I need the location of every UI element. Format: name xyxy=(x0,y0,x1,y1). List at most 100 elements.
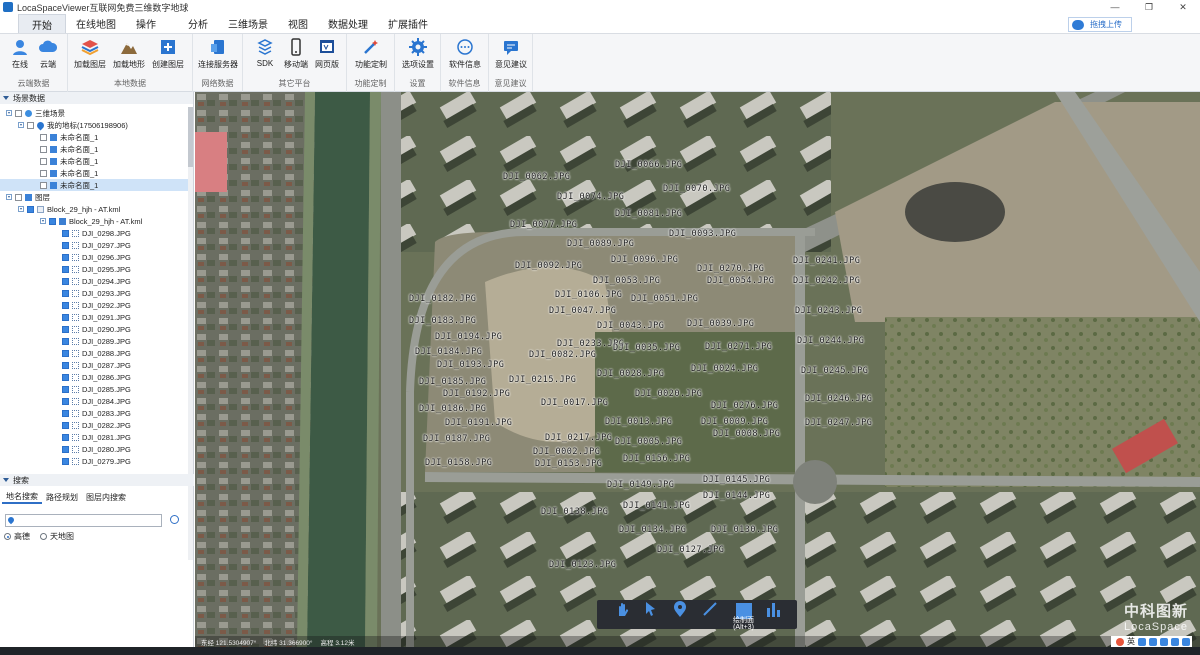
photo-label[interactable]: DJI_0141.JPG xyxy=(623,501,690,511)
visibility-checkbox[interactable] xyxy=(49,217,56,225)
photo-label[interactable]: DJI_0089.JPG xyxy=(567,239,634,249)
tree-item[interactable]: DJI_0280.JPG xyxy=(0,443,190,455)
visibility-checkbox[interactable] xyxy=(40,145,47,153)
tab-view[interactable]: 视图 xyxy=(278,14,318,33)
photo-label[interactable]: DJI_0051.JPG xyxy=(631,294,698,304)
tree-item[interactable]: Block_29_hjh - AT.kml xyxy=(0,215,190,227)
web-version-button[interactable]: 网页版 xyxy=(309,36,345,72)
visibility-checkbox[interactable] xyxy=(15,109,22,117)
ime-language[interactable]: 英 xyxy=(1127,636,1135,647)
scene-panel-header[interactable]: 场景数据 xyxy=(0,92,193,104)
tab-plugins[interactable]: 扩展插件 xyxy=(378,14,438,33)
tree-item[interactable]: DJI_0298.JPG xyxy=(0,227,190,239)
photo-label[interactable]: DJI_0244.JPG xyxy=(797,336,864,346)
visibility-checkbox[interactable] xyxy=(62,361,69,369)
photo-label[interactable]: DJI_0144.JPG xyxy=(703,491,770,501)
search-icon[interactable] xyxy=(170,515,179,524)
photo-label[interactable]: DJI_0245.JPG xyxy=(801,366,868,376)
tray-settings-icon[interactable] xyxy=(1138,637,1146,646)
photo-label[interactable]: DJI_0184.JPG xyxy=(415,347,482,357)
photo-label[interactable]: DJI_0187.JPG xyxy=(423,434,490,444)
tab-start[interactable]: 开始 xyxy=(18,14,66,33)
visibility-checkbox[interactable] xyxy=(27,205,34,213)
visibility-checkbox[interactable] xyxy=(62,325,69,333)
photo-label[interactable]: DJI_0194.JPG xyxy=(435,332,502,342)
tree-item[interactable]: DJI_0279.JPG xyxy=(0,455,190,467)
photo-label[interactable]: DJI_0020.JPG xyxy=(635,389,702,399)
visibility-checkbox[interactable] xyxy=(62,253,69,261)
visibility-checkbox[interactable] xyxy=(40,133,47,141)
visibility-checkbox[interactable] xyxy=(62,349,69,357)
expand-toggle-icon[interactable] xyxy=(6,194,12,200)
photo-label[interactable]: DJI_0156.JPG xyxy=(623,454,690,464)
tree-item[interactable]: DJI_0292.JPG xyxy=(0,299,190,311)
photo-label[interactable]: DJI_0242.JPG xyxy=(793,276,860,286)
visibility-checkbox[interactable] xyxy=(62,277,69,285)
visibility-checkbox[interactable] xyxy=(62,445,69,453)
photo-label[interactable]: DJI_0123.JPG xyxy=(549,560,616,570)
tree-item[interactable]: 未命名面_1 xyxy=(0,131,190,143)
tree-item[interactable]: 三维场景 xyxy=(0,107,190,119)
photo-label[interactable]: DJI_0192.JPG xyxy=(443,389,510,399)
photo-label[interactable]: DJI_0039.JPG xyxy=(687,319,754,329)
tree-item[interactable]: DJI_0290.JPG xyxy=(0,323,190,335)
tab-3d-scene[interactable]: 三维场景 xyxy=(218,14,278,33)
photo-label[interactable]: DJI_0054.JPG xyxy=(707,276,774,286)
marker-icon[interactable] xyxy=(671,600,689,618)
photo-label[interactable]: DJI_0008.JPG xyxy=(713,429,780,439)
visibility-checkbox[interactable] xyxy=(62,265,69,273)
photo-label[interactable]: DJI_0186.JPG xyxy=(419,404,486,414)
hand-icon[interactable] xyxy=(613,600,631,618)
visibility-checkbox[interactable] xyxy=(62,229,69,237)
maximize-button[interactable]: ❐ xyxy=(1132,0,1166,14)
visibility-checkbox[interactable] xyxy=(62,337,69,345)
tree-item[interactable]: DJI_0284.JPG xyxy=(0,395,190,407)
photo-label[interactable]: DJI_0193.JPG xyxy=(437,360,504,370)
tree-item[interactable]: DJI_0286.JPG xyxy=(0,371,190,383)
visibility-checkbox[interactable] xyxy=(62,409,69,417)
photo-label[interactable]: DJI_0106.JPG xyxy=(555,290,622,300)
photo-label[interactable]: DJI_0002.JPG xyxy=(533,447,600,457)
tree-item[interactable]: DJI_0281.JPG xyxy=(0,431,190,443)
photo-label[interactable]: DJI_0270.JPG xyxy=(697,264,764,274)
photo-label[interactable]: DJI_0145.JPG xyxy=(703,475,770,485)
tab-operation[interactable]: 操作 xyxy=(126,14,166,33)
photo-label[interactable]: DJI_0247.JPG xyxy=(805,418,872,428)
visibility-checkbox[interactable] xyxy=(62,457,69,465)
load-layer-button[interactable]: 加载图层 xyxy=(72,36,108,72)
photo-label[interactable]: DJI_0074.JPG xyxy=(557,192,624,202)
photo-label[interactable]: DJI_0246.JPG xyxy=(805,394,872,404)
photo-label[interactable]: DJI_0028.JPG xyxy=(597,369,664,379)
tree-item[interactable]: 未命名面_1 xyxy=(0,179,190,191)
expand-toggle-icon[interactable] xyxy=(6,110,12,116)
visibility-checkbox[interactable] xyxy=(27,121,34,129)
tree-item[interactable]: Block_29_hjh - AT.kml xyxy=(0,203,190,215)
photo-label[interactable]: DJI_0070.JPG xyxy=(663,184,730,194)
photo-label[interactable]: DJI_0009.JPG xyxy=(701,417,768,427)
skin-icon[interactable] xyxy=(1171,637,1179,646)
scrollbar-thumb[interactable] xyxy=(188,107,193,167)
visibility-checkbox[interactable] xyxy=(40,181,47,189)
tree-item[interactable]: DJI_0293.JPG xyxy=(0,287,190,299)
visibility-checkbox[interactable] xyxy=(15,193,22,201)
photo-label[interactable]: DJI_0182.JPG xyxy=(409,294,476,304)
pointer-icon[interactable] xyxy=(641,600,659,618)
photo-label[interactable]: DJI_0134.JPG xyxy=(619,525,686,535)
photo-label[interactable]: DJI_0024.JPG xyxy=(691,364,758,374)
visibility-checkbox[interactable] xyxy=(62,433,69,441)
expand-toggle-icon[interactable] xyxy=(40,218,46,224)
photo-label[interactable]: DJI_0017.JPG xyxy=(541,398,608,408)
photo-label[interactable]: DJI_0005.JPG xyxy=(615,437,682,447)
visibility-checkbox[interactable] xyxy=(62,397,69,405)
tab-route-planning[interactable]: 路径规划 xyxy=(42,490,82,504)
tab-place-search[interactable]: 地名搜索 xyxy=(2,490,42,504)
tree-item[interactable]: DJI_0289.JPG xyxy=(0,335,190,347)
tree-item[interactable]: DJI_0287.JPG xyxy=(0,359,190,371)
photo-label[interactable]: DJI_0077.JPG xyxy=(510,220,577,230)
radio-gaode[interactable]: 高德 xyxy=(4,531,30,542)
photo-label[interactable]: DJI_0092.JPG xyxy=(515,261,582,271)
photo-label[interactable]: DJI_0185.JPG xyxy=(419,377,486,387)
tree-item[interactable]: 我的地标(17506198906) xyxy=(0,119,190,131)
tab-layer-search[interactable]: 图层内搜索 xyxy=(82,490,130,504)
tree-item[interactable]: DJI_0294.JPG xyxy=(0,275,190,287)
